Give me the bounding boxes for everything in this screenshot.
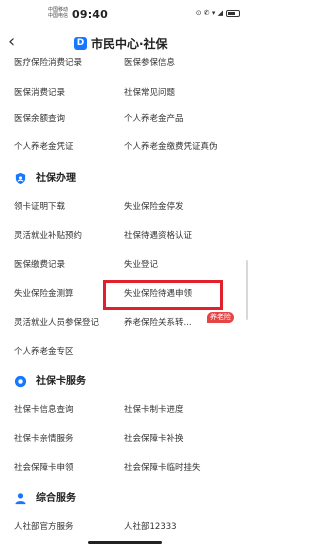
list-item[interactable]: 医保余额查询 xyxy=(14,112,65,126)
list-item[interactable]: 社保待遇资格认证 xyxy=(124,229,192,243)
list-item[interactable]: 领卡证明下载 xyxy=(14,200,65,214)
list-item[interactable]: 失业登记 xyxy=(124,258,158,272)
list-item[interactable]: 社会保障卡临时挂失 xyxy=(124,461,201,475)
list-row: 社保卡亲情服务 社会保障卡补换 xyxy=(0,432,250,456)
people-icon xyxy=(15,493,26,505)
list-item[interactable]: 社会保障卡申领 xyxy=(14,461,74,475)
list-item[interactable]: 医疗保险消费记录 xyxy=(14,56,82,70)
list-item[interactable]: 社保常见问题 xyxy=(124,86,175,100)
list-item[interactable]: 社会保障卡补换 xyxy=(124,432,184,446)
highlight-box xyxy=(103,280,223,310)
page-title-wrap: D 市民中心·社保 xyxy=(74,35,168,52)
list-item[interactable]: 社保卡亲情服务 xyxy=(14,432,74,446)
clock: 09:40 xyxy=(72,8,109,21)
list-item[interactable]: 个人养老金凭证 xyxy=(14,140,74,154)
list-item[interactable]: 人社部12333 xyxy=(124,520,177,534)
list-item[interactable]: 个人养老金缴费凭证真伪 xyxy=(124,140,218,154)
list-row: 医保余额查询 个人养老金产品 xyxy=(0,112,250,136)
battery-icon xyxy=(226,9,240,17)
status-bar: 中国移动 中国电信 09:40 ⊙ ✆ ▾ ◢ xyxy=(0,0,250,26)
status-badge: 养老险 xyxy=(207,312,234,323)
list-row: 社保卡信息查询 社保卡制卡进度 xyxy=(0,403,250,427)
list-item[interactable]: 灵活就业补贴预约 xyxy=(14,229,82,243)
list-item[interactable]: 灵活就业人员参保登记 xyxy=(14,316,99,330)
status-icons: ⊙ ✆ ▾ ◢ xyxy=(196,9,240,17)
section-title: 综合服务 xyxy=(36,493,76,504)
list-row: 医保消费记录 社保常见问题 xyxy=(0,86,250,110)
list-item[interactable]: 养老保险关系转... xyxy=(124,316,192,330)
list-item[interactable]: 医保消费记录 xyxy=(14,86,65,100)
list-row: 个人养老金凭证 个人养老金缴费凭证真伪 xyxy=(0,140,250,164)
list-item[interactable]: 社保卡制卡进度 xyxy=(124,403,184,417)
section-header-social-security: 社保办理 xyxy=(0,170,250,190)
section-title: 社保卡服务 xyxy=(36,376,86,387)
carrier-info: 中国移动 中国电信 xyxy=(48,7,68,19)
scrollbar[interactable] xyxy=(246,260,248,320)
section-header-card-service: 社保卡服务 xyxy=(0,373,250,393)
nav-bar: ‹ D 市民中心·社保 xyxy=(0,26,250,60)
signal-icons: ⊙ ✆ ▾ ◢ xyxy=(195,9,223,17)
list-item[interactable]: 医保缴费记录 xyxy=(14,258,65,272)
card-icon xyxy=(14,375,27,388)
home-indicator[interactable] xyxy=(88,541,162,544)
list-item[interactable]: 医保参保信息 xyxy=(124,56,175,70)
page-title: 市民中心·社保 xyxy=(91,37,168,51)
list-item[interactable]: 个人养老金产品 xyxy=(124,112,184,126)
list-item[interactable]: 失业保险金测算 xyxy=(14,287,74,301)
shield-icon xyxy=(15,172,26,185)
list-row: 领卡证明下载 失业保险金停发 xyxy=(0,200,250,224)
list-row: 医保缴费记录 失业登记 xyxy=(0,258,250,282)
section-title: 社保办理 xyxy=(36,173,76,184)
list-row: 个人养老金专区 xyxy=(0,345,250,369)
section-header-general-service: 综合服务 xyxy=(0,490,250,510)
list-item[interactable]: 失业保险金停发 xyxy=(124,200,184,214)
list-row: 灵活就业补贴预约 社保待遇资格认证 xyxy=(0,229,250,253)
list-item[interactable]: 个人养老金专区 xyxy=(14,345,74,359)
app-logo-icon: D xyxy=(74,37,87,50)
list-row: 社会保障卡申领 社会保障卡临时挂失 xyxy=(0,461,250,485)
list-item[interactable]: 社保卡信息查询 xyxy=(14,403,74,417)
carrier-2: 中国电信 xyxy=(48,13,69,19)
list-row: 医疗保险消费记录 医保参保信息 xyxy=(0,56,250,80)
back-arrow-icon[interactable]: ‹ xyxy=(8,32,15,52)
list-item[interactable]: 人社部官方服务 xyxy=(14,520,74,534)
